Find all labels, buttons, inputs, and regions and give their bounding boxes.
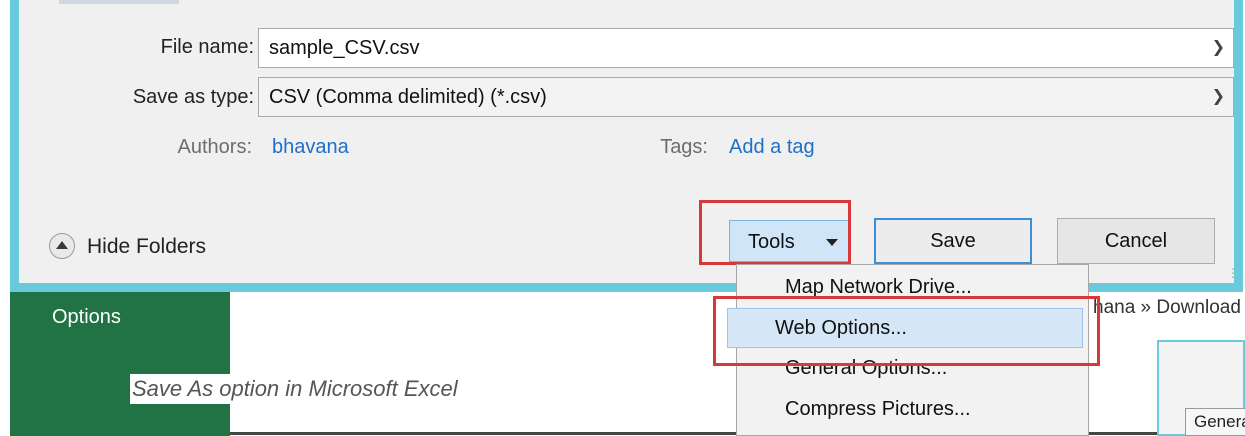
options-label[interactable]: Options xyxy=(52,306,121,329)
resize-grip-icon[interactable]: ⋮⋮ xyxy=(1227,266,1245,280)
file-name-label: File name: xyxy=(160,36,254,58)
file-name-value: sample_CSV.csv xyxy=(269,37,420,59)
save-as-type-value: CSV (Comma delimited) (*.csv) xyxy=(269,86,547,108)
chevron-down-icon[interactable]: ❯ xyxy=(1212,29,1225,67)
image-caption: Save As option in Microsoft Excel xyxy=(130,374,460,404)
authors-label: Authors: xyxy=(177,136,252,158)
save-as-type-select[interactable]: CSV (Comma delimited) (*.csv) ❯ xyxy=(258,77,1234,117)
save-button[interactable]: Save xyxy=(874,218,1032,264)
tags-label: Tags: xyxy=(660,136,708,158)
web-options-highlight xyxy=(713,296,1100,366)
tools-highlight xyxy=(699,200,851,265)
save-as-dialog: File name: sample_CSV.csv ❯ Save as type… xyxy=(10,0,1245,292)
cancel-label: Cancel xyxy=(1104,230,1168,252)
menu-item-compress-pictures[interactable]: Compress Pictures... xyxy=(785,398,971,421)
hide-folders-icon[interactable] xyxy=(49,233,75,259)
save-as-type-label: Save as type: xyxy=(132,86,254,108)
tags-value[interactable]: Add a tag xyxy=(729,136,815,159)
background-dialog: Genera xyxy=(1157,340,1245,436)
file-name-input[interactable]: sample_CSV.csv ❯ xyxy=(258,28,1234,68)
chevron-down-icon[interactable]: ❯ xyxy=(1212,78,1225,116)
save-label: Save xyxy=(930,230,976,252)
cancel-button[interactable]: Cancel xyxy=(1057,218,1215,264)
hide-folders-button[interactable]: Hide Folders xyxy=(87,235,206,259)
general-tab[interactable]: Genera xyxy=(1185,408,1245,436)
top-strip xyxy=(59,0,179,4)
authors-value[interactable]: bhavana xyxy=(272,136,349,159)
breadcrumb: hana » Download xyxy=(1093,297,1241,318)
